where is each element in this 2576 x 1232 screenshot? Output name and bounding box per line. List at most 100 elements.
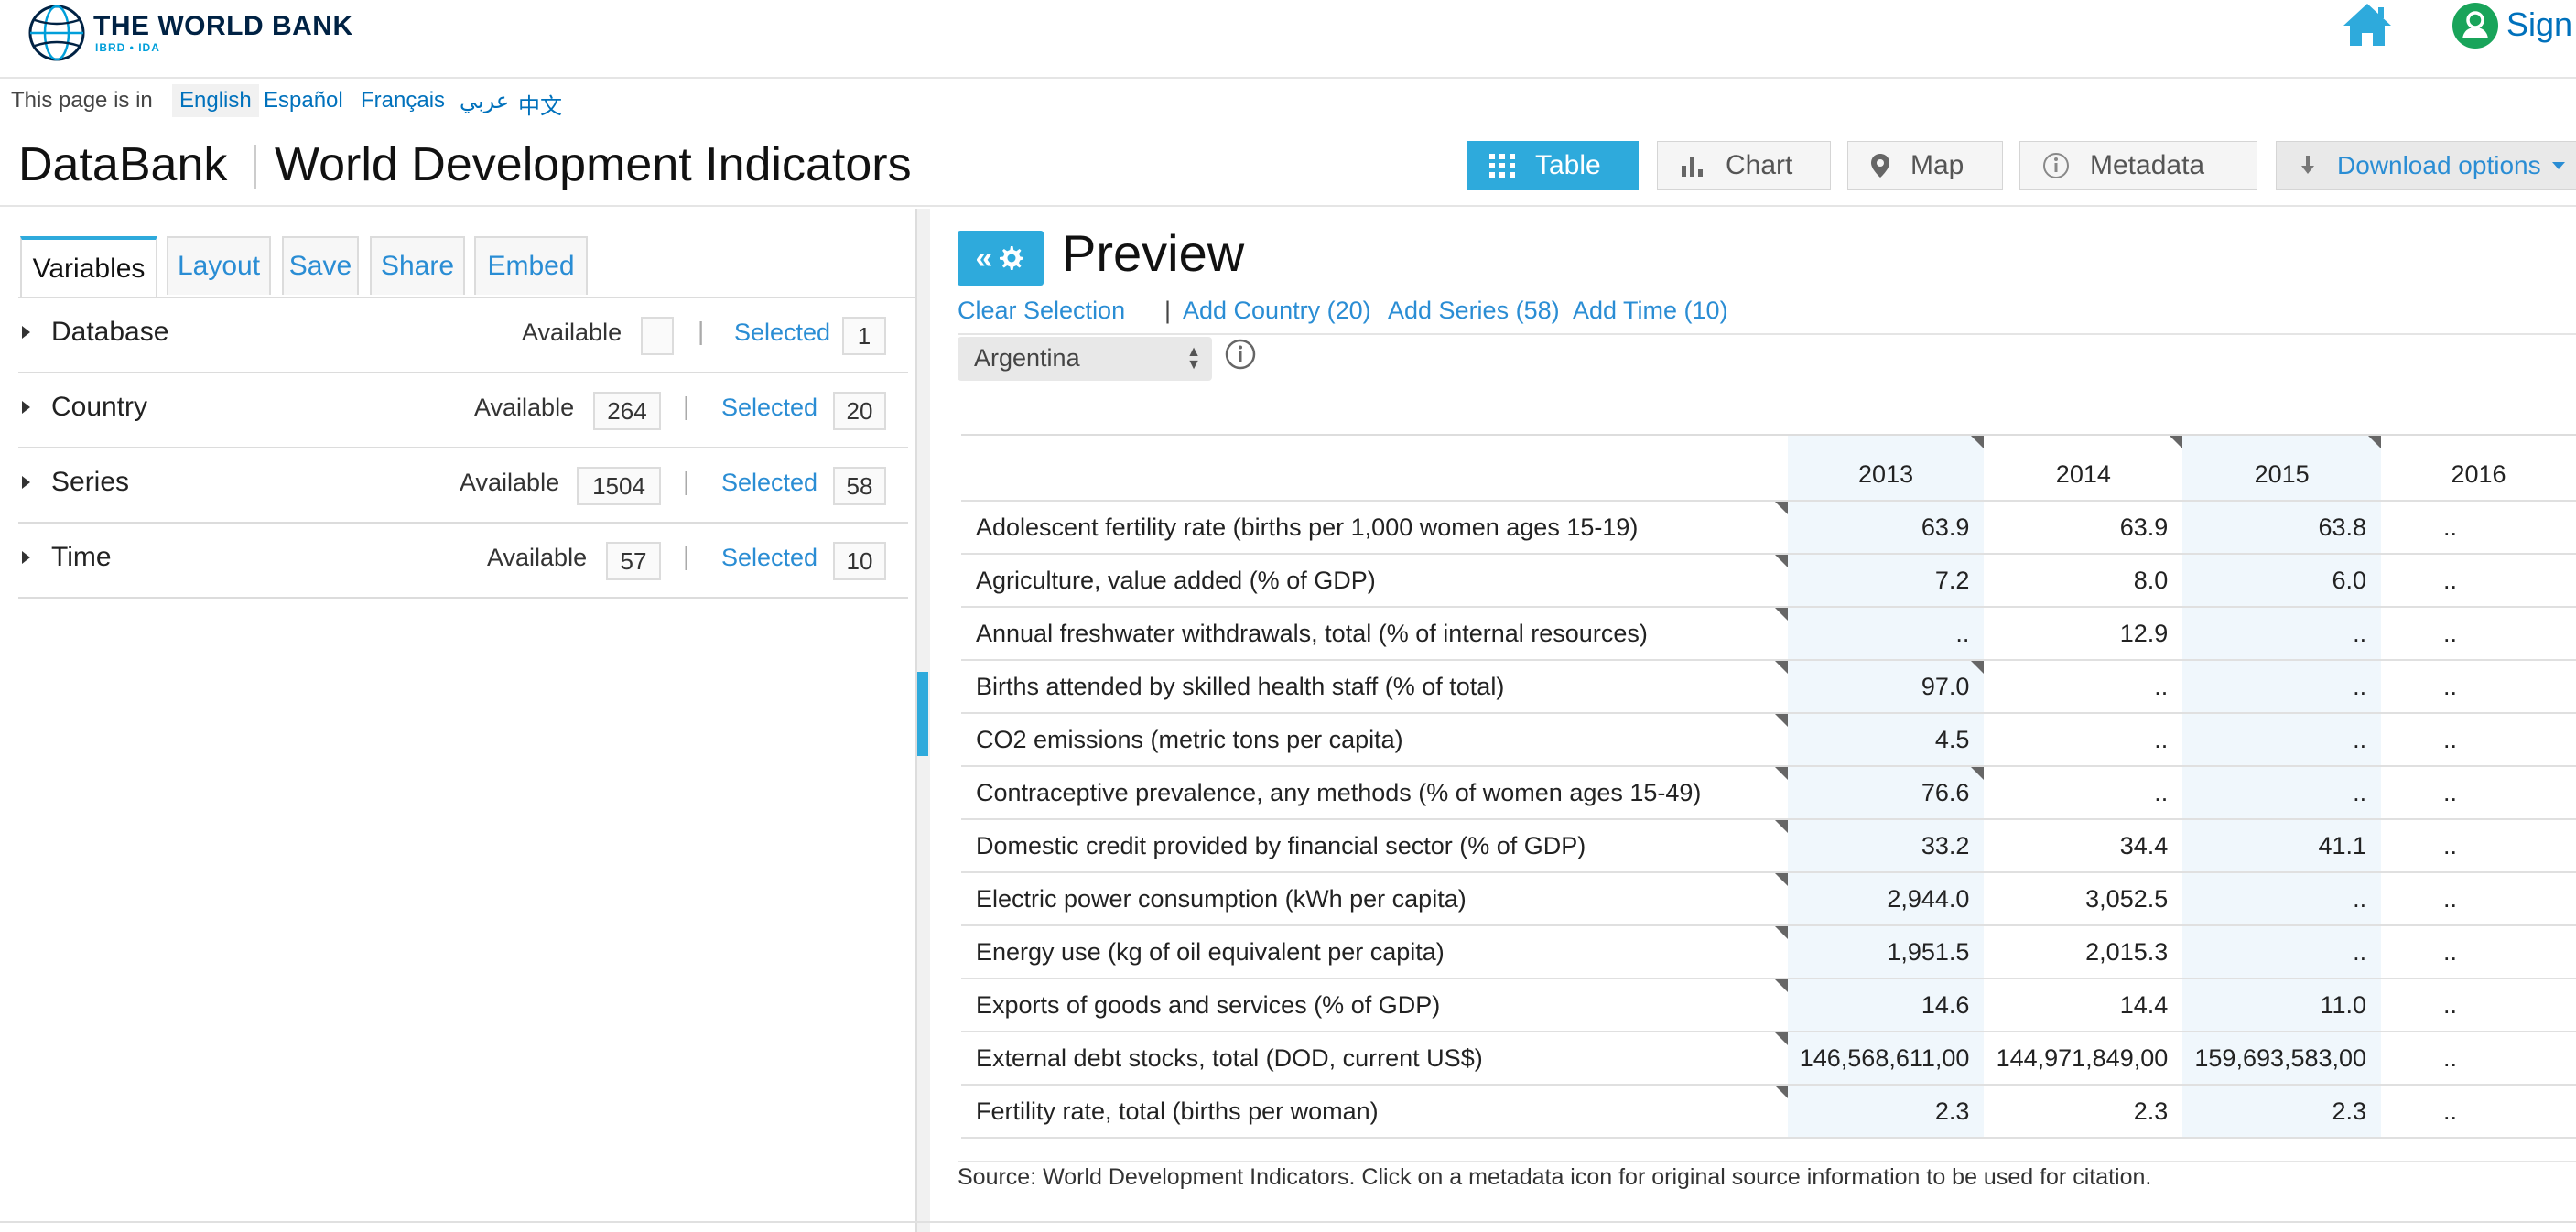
tab-variables[interactable]: Variables (20, 236, 157, 298)
gear-icon (1000, 246, 1024, 270)
value-cell: 33.2 (1787, 819, 1985, 873)
year-header[interactable]: 2014 (1984, 435, 2183, 502)
language-arabic[interactable]: عربي (460, 88, 509, 114)
footnote-corner-icon[interactable] (1971, 661, 1985, 674)
variable-label[interactable]: Country (51, 392, 147, 423)
language-francais[interactable]: Français (361, 88, 445, 113)
table-row: Domestic credit provided by financial se… (961, 819, 2576, 873)
series-name-cell[interactable]: Annual freshwater withdrawals, total (% … (961, 607, 1788, 661)
tab-embed[interactable]: Embed (474, 236, 588, 295)
metadata-corner-icon[interactable] (2368, 436, 2382, 448)
metadata-corner-icon[interactable] (1971, 436, 1985, 448)
selected-link[interactable]: Selected (734, 319, 830, 347)
variable-row-country[interactable]: Country Available 264 | Selected 20 (18, 373, 908, 448)
year-header[interactable]: 2016 (2381, 435, 2576, 502)
variable-label[interactable]: Series (51, 467, 129, 498)
preview-title: Preview (1062, 224, 1245, 282)
caret-right-icon[interactable] (22, 401, 30, 414)
country-select[interactable]: Argentina ▲ ▼ (958, 337, 1212, 381)
metadata-view-label: Metadata (2090, 150, 2205, 180)
table-header-row: 2013 2014 2015 2016 (961, 435, 2576, 502)
clear-selection-link[interactable]: Clear Selection (958, 297, 1125, 325)
series-name-cell[interactable]: Fertility rate, total (births per woman) (961, 1085, 1788, 1139)
value-cell: .. (2182, 713, 2382, 767)
world-bank-globe-icon[interactable] (27, 4, 86, 62)
add-time-link[interactable]: Add Time (10) (1573, 297, 1728, 325)
add-country-link[interactable]: Add Country (20) (1183, 297, 1371, 325)
language-english[interactable]: English (172, 84, 259, 117)
variable-label[interactable]: Database (51, 317, 168, 348)
metadata-corner-icon[interactable] (1774, 1032, 1788, 1045)
series-name-cell[interactable]: Births attended by skilled health staff … (961, 660, 1788, 714)
download-options-button[interactable]: Download options (2276, 141, 2576, 190)
chart-view-button[interactable]: Chart (1657, 141, 1831, 190)
variable-row-time[interactable]: Time Available 57 | Selected 10 (18, 524, 908, 599)
tab-layout[interactable]: Layout (167, 236, 271, 295)
series-name-cell[interactable]: Adolescent fertility rate (births per 1,… (961, 501, 1788, 555)
title-divider (254, 145, 256, 189)
selected-link[interactable]: Selected (721, 394, 817, 422)
series-name-cell[interactable]: Exports of goods and services (% of GDP) (961, 978, 1788, 1032)
caret-right-icon[interactable] (22, 551, 30, 564)
metadata-corner-icon[interactable] (1774, 608, 1788, 621)
add-series-link[interactable]: Add Series (58) (1388, 297, 1560, 325)
variable-label[interactable]: Time (51, 542, 112, 573)
caret-right-icon[interactable] (22, 476, 30, 489)
metadata-corner-icon[interactable] (1774, 661, 1788, 674)
sign-in-link[interactable]: Sign I (2506, 5, 2576, 44)
select-arrows-icon: ▲ ▼ (1186, 344, 1201, 373)
value-cell: .. (2381, 501, 2576, 555)
series-name-cell[interactable]: CO2 emissions (metric tons per capita) (961, 713, 1788, 767)
caret-right-icon[interactable] (22, 326, 30, 339)
year-header[interactable]: 2015 (2182, 435, 2382, 502)
series-name-cell[interactable]: Energy use (kg of oil equivalent per cap… (961, 925, 1788, 979)
metadata-corner-icon[interactable] (1774, 979, 1788, 992)
selected-link[interactable]: Selected (721, 544, 817, 572)
map-view-button[interactable]: Map (1847, 141, 2003, 190)
value-cell: 2,015.3 (1984, 925, 2183, 979)
table-row: External debt stocks, total (DOD, curren… (961, 1032, 2576, 1086)
logo-subtitle: IBRD • IDA (95, 41, 160, 54)
series-name-cell[interactable]: Agriculture, value added (% of GDP) (961, 554, 1788, 608)
language-espanol[interactable]: Español (264, 88, 343, 113)
metadata-corner-icon[interactable] (1774, 767, 1788, 780)
series-name: Adolescent fertility rate (births per 1,… (976, 513, 1639, 541)
metadata-corner-icon[interactable] (2170, 436, 2183, 448)
metadata-corner-icon[interactable] (1774, 820, 1788, 833)
series-name-cell[interactable]: Domestic credit provided by financial se… (961, 819, 1788, 873)
metadata-corner-icon[interactable] (1774, 714, 1788, 727)
metadata-corner-icon[interactable] (1774, 502, 1788, 514)
value-cell: 2.3 (2182, 1085, 2382, 1139)
metadata-corner-icon[interactable] (1774, 873, 1788, 886)
metadata-corner-icon[interactable] (1774, 555, 1788, 567)
logo-title[interactable]: THE WORLD BANK (93, 11, 353, 42)
action-separator: | (1164, 297, 1172, 324)
panel-resize-handle[interactable] (917, 672, 928, 756)
language-chinese[interactable]: 中文 (518, 88, 562, 120)
metadata-corner-icon[interactable] (1774, 926, 1788, 939)
table-view-button[interactable]: Table (1467, 141, 1639, 190)
selected-link[interactable]: Selected (721, 469, 817, 497)
home-icon[interactable] (2340, 0, 2395, 49)
tab-share[interactable]: Share (370, 236, 465, 295)
series-name-cell[interactable]: Contraceptive prevalence, any methods (%… (961, 766, 1788, 820)
variable-row-series[interactable]: Series Available 1504 | Selected 58 (18, 448, 908, 524)
metadata-corner-icon[interactable] (1774, 1086, 1788, 1098)
series-name-cell[interactable]: External debt stocks, total (DOD, curren… (961, 1032, 1788, 1086)
metadata-view-button[interactable]: Metadata (2019, 141, 2257, 190)
series-name-cell[interactable]: Electric power consumption (kWh per capi… (961, 872, 1788, 926)
footnote-corner-icon[interactable] (1971, 767, 1985, 780)
value-cell: 4.5 (1787, 713, 1985, 767)
app-name[interactable]: DataBank (18, 137, 227, 192)
value-cell: 8.0 (1984, 554, 2183, 608)
table-view-label: Table (1535, 150, 1601, 180)
separator: | (698, 317, 705, 345)
value-cell: .. (2381, 978, 2576, 1032)
variable-row-database[interactable]: Database Available | Selected 1 (18, 298, 908, 373)
info-icon[interactable] (1225, 339, 1256, 370)
year-header[interactable]: 2013 (1787, 435, 1985, 502)
collapse-panel-button[interactable]: « (958, 231, 1044, 286)
value-cell: .. (2381, 1032, 2576, 1086)
tab-save[interactable]: Save (282, 236, 359, 295)
user-icon[interactable] (2452, 2, 2499, 49)
